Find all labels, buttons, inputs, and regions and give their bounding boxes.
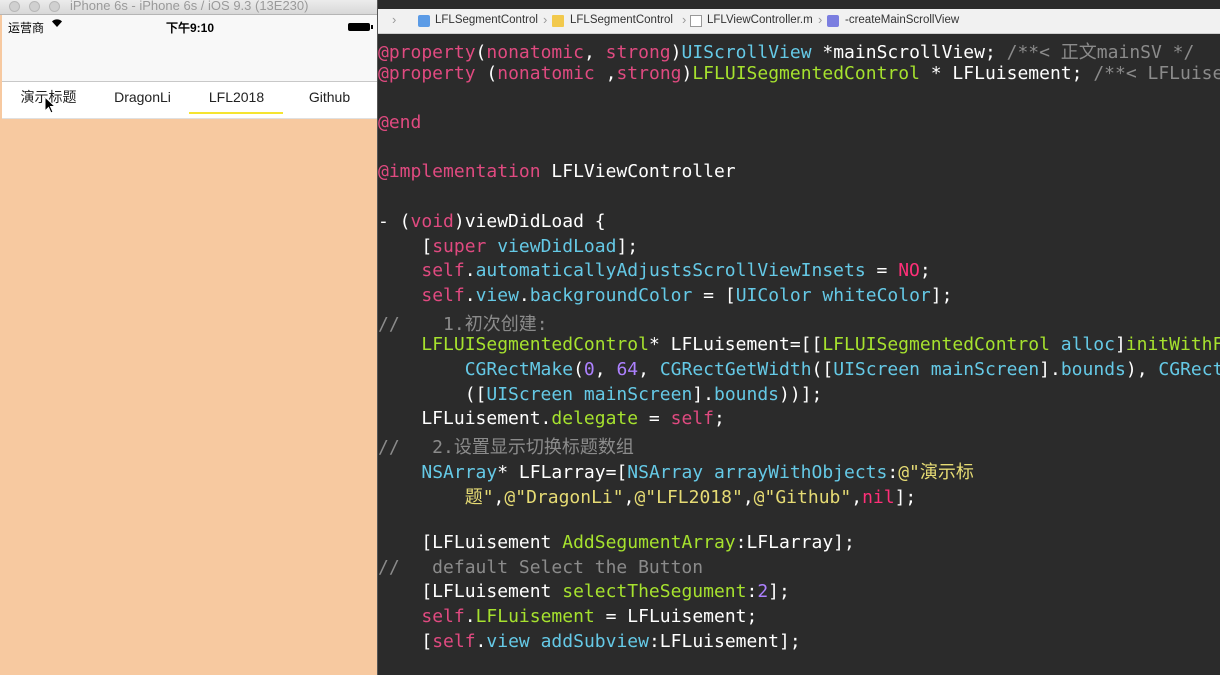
code-line-11: self.view.backgroundColor = [UIColor whi… [421,285,953,306]
simulator-window: iPhone 6s - iPhone 6s / iOS 9.3 (13E230)… [0,0,378,675]
ios-status-bar: 运营商 下午9:10 [2,15,377,37]
code-line-23: [LFLuisement selectTheSegument:2]; [378,581,790,602]
battery-icon [348,23,370,31]
jumpbar-separator: › [818,12,823,27]
simulator-title: iPhone 6s - iPhone 6s / iOS 9.3 (13E230) [70,0,309,13]
segment-github[interactable]: Github [283,82,376,118]
code-line-22: // default Select the Button [378,557,704,578]
code-line-9: [super viewDidLoad]; [378,236,639,257]
m-file-icon [690,15,702,27]
code-line-17: // 2.设置显示切换标题数组 [378,437,634,458]
close-window-button[interactable] [9,1,20,12]
jumpbar-separator: › [392,12,397,27]
jumpbar-separator: › [543,12,548,27]
code-line-2: @property (nonatomic ,strong)LFLUISegmen… [378,63,1220,84]
code-line-19: 题",@"DragonLi",@"LFL2018",@"Github",nil]… [378,487,917,508]
code-line-14: CGRectMake(0, 64, CGRectGetWidth([UIScre… [464,359,1220,380]
code-line-10: self.automaticallyAdjustsScrollViewInset… [421,260,931,281]
code-line-6: @implementation LFLViewController [378,161,736,182]
segment-selection-indicator [189,112,283,114]
jumpbar-separator: › [682,12,687,27]
code-line-25: [self.view addSubview:LFLuisement]; [378,631,801,652]
jumpbar-method[interactable]: -createMainScrollView [845,14,959,26]
minimize-window-button[interactable] [29,1,40,12]
code-editor[interactable]: @property(nonatomic, strong)UIScrollView… [378,34,1220,675]
zoom-window-button[interactable] [49,1,60,12]
code-line-15: ([UIScreen mainScreen].bounds))]; [378,384,823,405]
mouse-pointer-icon [44,95,57,118]
code-line-4: @end [378,112,422,133]
xcode-jump-bar: › LFLSegmentControl › LFLSegmentControl … [378,9,1220,34]
folder-icon [552,15,564,27]
segment-dragonli[interactable]: DragonLi [96,82,189,118]
carrier-label: 运营商 [8,21,45,35]
project-icon [418,15,430,27]
jumpbar-project[interactable]: LFLSegmentControl [435,14,538,26]
jumpbar-file[interactable]: LFLViewController.m [707,14,813,26]
status-time: 下午9:10 [166,21,215,35]
code-line-8: - (void)viewDidLoad { [378,211,606,232]
code-line-24: self.LFLuisement = LFLuisement; [421,606,758,627]
code-line-13: LFLUISegmentedControl* LFLuisement=[[LFL… [421,334,1220,355]
code-line-12: // 1.初次创建: [378,314,548,335]
jumpbar-group[interactable]: LFLSegmentControl [570,14,673,26]
code-line-16: LFLuisement.delegate = self; [378,408,725,429]
navigation-bar [2,37,377,82]
wifi-icon [51,18,63,31]
code-line-21: [LFLuisement AddSegumentArray:LFLarray]; [378,532,855,553]
simulator-titlebar: iPhone 6s - iPhone 6s / iOS 9.3 (13E230) [0,0,377,15]
code-line-1: @property(nonatomic, strong)UIScrollView… [378,42,1195,63]
battery-tip-icon [371,25,373,29]
method-icon [827,15,839,27]
code-line-18: NSArray* LFLarray=[NSArray arrayWithObje… [421,462,974,483]
